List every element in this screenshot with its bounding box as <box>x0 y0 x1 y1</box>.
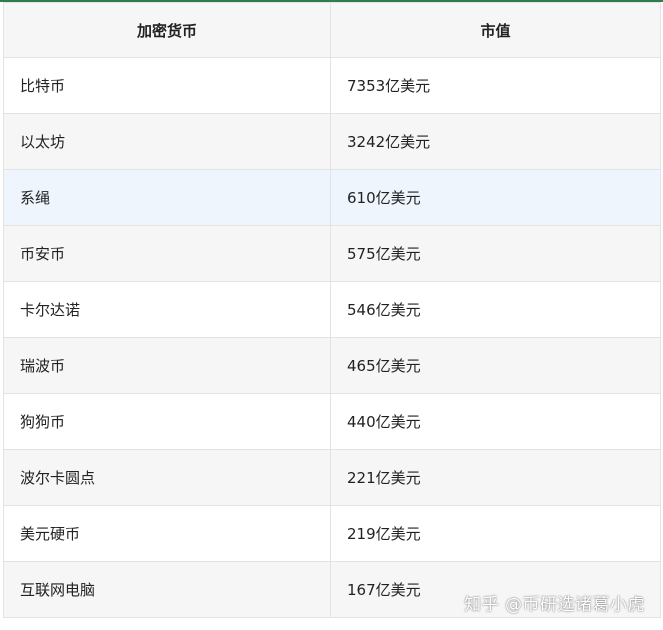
market-cap: 219亿美元 <box>330 505 661 562</box>
crypto-market-cap-table: 加密货币 市值 比特币 7353亿美元 以太坊 3242亿美元 系绳 610亿美… <box>3 2 661 618</box>
market-cap: 440亿美元 <box>330 393 661 450</box>
market-cap: 575亿美元 <box>330 225 661 282</box>
table-row: 币安币 575亿美元 <box>3 225 661 282</box>
crypto-name: 瑞波币 <box>3 337 331 394</box>
crypto-name: 币安币 <box>3 225 331 282</box>
crypto-name: 比特币 <box>3 57 331 114</box>
table-row: 比特币 7353亿美元 <box>3 57 661 114</box>
market-cap: 546亿美元 <box>330 281 661 338</box>
crypto-name: 以太坊 <box>3 113 331 170</box>
table-row: 卡尔达诺 546亿美元 <box>3 281 661 338</box>
page: 加密货币 市值 比特币 7353亿美元 以太坊 3242亿美元 系绳 610亿美… <box>0 0 663 630</box>
table-row: 系绳 610亿美元 <box>3 169 661 226</box>
market-cap: 610亿美元 <box>330 169 661 226</box>
header-crypto: 加密货币 <box>3 2 331 58</box>
crypto-name: 狗狗币 <box>3 393 331 450</box>
crypto-name: 卡尔达诺 <box>3 281 331 338</box>
table-header-row: 加密货币 市值 <box>3 2 661 58</box>
market-cap: 221亿美元 <box>330 449 661 506</box>
crypto-name: 互联网电脑 <box>3 561 331 618</box>
market-cap: 3242亿美元 <box>330 113 661 170</box>
crypto-name: 系绳 <box>3 169 331 226</box>
market-cap: 465亿美元 <box>330 337 661 394</box>
table-row: 瑞波币 465亿美元 <box>3 337 661 394</box>
market-cap: 7353亿美元 <box>330 57 661 114</box>
header-market-cap: 市值 <box>330 2 661 58</box>
table-row: 美元硬币 219亿美元 <box>3 505 661 562</box>
crypto-name: 波尔卡圆点 <box>3 449 331 506</box>
table-row: 以太坊 3242亿美元 <box>3 113 661 170</box>
watermark: 知乎 @币研选诸葛小虎 <box>464 595 645 615</box>
table-row: 狗狗币 440亿美元 <box>3 393 661 450</box>
crypto-name: 美元硬币 <box>3 505 331 562</box>
table-row: 波尔卡圆点 221亿美元 <box>3 449 661 506</box>
